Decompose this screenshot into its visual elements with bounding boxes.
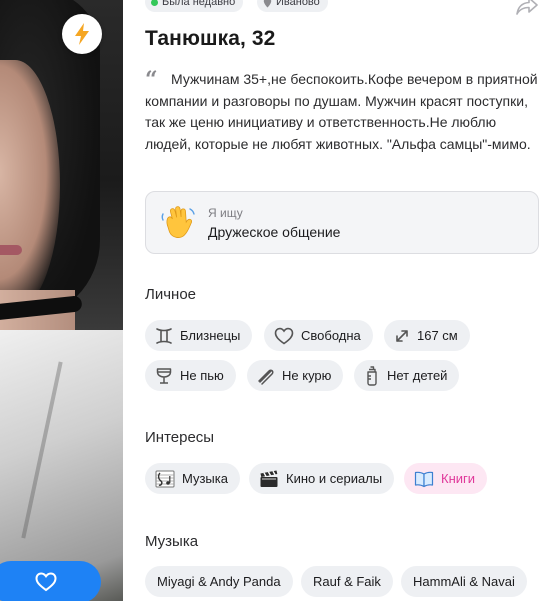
- interest-books-label: Книги: [441, 471, 476, 486]
- photo-lips: [0, 245, 22, 255]
- boost-badge[interactable]: [62, 14, 102, 54]
- profile-details: Была недавно Иваново Танюшка, 32 “ Мужчи…: [123, 0, 542, 601]
- personal-relationship-label: Свободна: [301, 328, 361, 343]
- online-status-chip: Была недавно: [145, 0, 244, 12]
- online-dot-icon: [151, 0, 158, 6]
- profile-photo[interactable]: [0, 0, 123, 601]
- profile-name: Танюшка, 32: [145, 27, 276, 50]
- personal-children: Нет детей: [354, 360, 460, 391]
- music-artist-1-label: Miyagi & Andy Panda: [157, 574, 281, 589]
- location-pin-icon: [263, 0, 272, 7]
- like-button[interactable]: [0, 561, 101, 601]
- online-status-text: Была недавно: [162, 0, 236, 8]
- heart-outline-icon: [274, 327, 294, 344]
- section-title-interests: Интересы: [145, 429, 215, 446]
- seeking-card: Я ищу Дружеское общение: [145, 191, 539, 254]
- personal-relationship: Свободна: [264, 320, 373, 351]
- waving-hand-icon: [161, 206, 195, 238]
- interest-music: Музыка: [145, 463, 240, 494]
- music-artist-1: Miyagi & Andy Panda: [145, 566, 293, 597]
- music-notes-icon: [155, 470, 175, 487]
- profile-bio: Мужчинам 35+,не беспокоить.Кофе вечером …: [145, 71, 538, 152]
- personal-drinking-label: Не пью: [180, 368, 224, 383]
- height-arrows-icon: [396, 329, 408, 342]
- interest-books: Книги: [404, 463, 488, 494]
- personal-height-label: 167 см: [417, 328, 458, 343]
- books-icon: [414, 471, 434, 487]
- music-artist-3: HammAli & Navai: [401, 566, 527, 597]
- personal-zodiac: Близнецы: [145, 320, 253, 351]
- personal-drinking: Не пью: [145, 360, 236, 391]
- section-title-music: Музыка: [145, 533, 199, 550]
- share-icon[interactable]: [515, 0, 539, 16]
- city-text: Иваново: [276, 0, 320, 8]
- glass-icon: [156, 367, 172, 384]
- city-chip: Иваново: [257, 0, 328, 12]
- personal-smoking-label: Не курю: [282, 368, 332, 383]
- music-artist-3-label: HammAli & Navai: [413, 574, 515, 589]
- baby-bottle-icon: [367, 365, 377, 386]
- interest-movies-label: Кино и сериалы: [286, 471, 383, 486]
- lightning-bolt-icon: [75, 23, 89, 45]
- music-artist-2-label: Rauf & Faik: [313, 574, 381, 589]
- section-title-personal: Личное: [145, 286, 197, 303]
- seeking-label: Я ищу: [208, 206, 243, 220]
- personal-smoking: Не курю: [247, 360, 344, 391]
- seeking-value: Дружеское общение: [208, 224, 341, 240]
- personal-height: 167 см: [384, 320, 470, 351]
- personal-children-label: Нет детей: [387, 368, 448, 383]
- no-smoking-icon: [258, 368, 274, 385]
- music-artist-2: Rauf & Faik: [301, 566, 393, 597]
- interest-music-label: Музыка: [182, 471, 228, 486]
- clapper-board-icon: [260, 470, 278, 487]
- interest-movies: Кино и сериалы: [249, 463, 395, 494]
- personal-zodiac-label: Близнецы: [180, 328, 241, 343]
- heart-outline-icon: [34, 572, 57, 592]
- gemini-icon: [156, 327, 172, 344]
